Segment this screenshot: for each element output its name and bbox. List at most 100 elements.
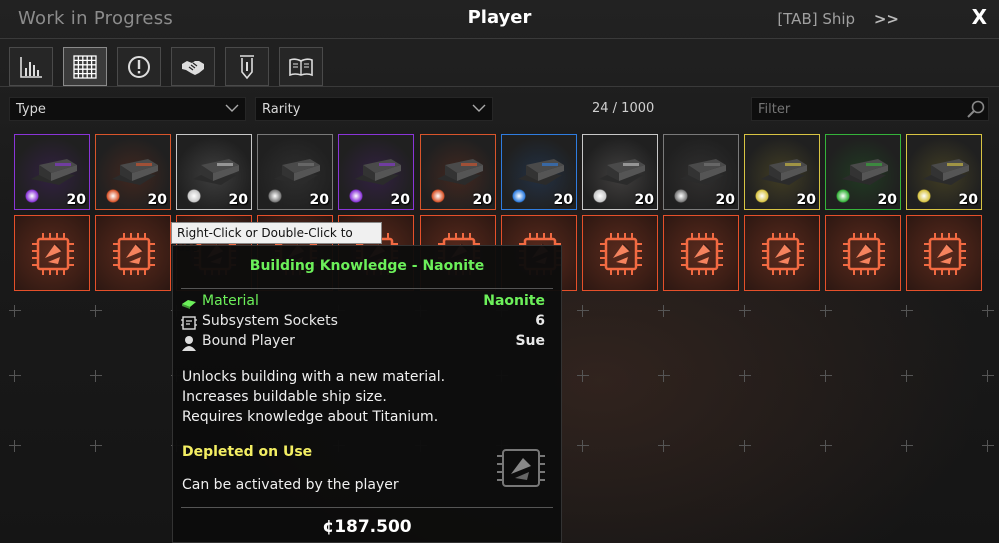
turret-icon [355, 159, 401, 185]
rarity-indicator [917, 189, 931, 203]
empty-slot-marker [658, 370, 670, 382]
next-tab-link[interactable]: [TAB] Ship >> [777, 10, 899, 28]
stack-count: 20 [715, 192, 735, 208]
search-icon[interactable] [966, 99, 986, 119]
type-dropdown-label: Type [16, 102, 46, 117]
empty-slot-marker [901, 305, 913, 317]
bar-chart-icon [20, 56, 42, 78]
inventory-slot-turret[interactable]: 20 [582, 134, 658, 210]
description-line: Unlocks building with a new material. [182, 369, 446, 385]
tooltip-label: Material [202, 293, 259, 309]
next-tab-label: [TAB] Ship [777, 10, 856, 28]
inventory-slot-knowledge[interactable] [95, 215, 171, 291]
grid-icon [73, 54, 97, 79]
shield-banner-icon [240, 54, 254, 79]
turret-icon [437, 159, 483, 185]
turret-icon [680, 159, 726, 185]
inventory-slot-turret[interactable]: 20 [744, 134, 820, 210]
stack-count: 20 [553, 192, 573, 208]
filter-input[interactable] [751, 97, 989, 121]
inventory-count: 24 / 1000 [592, 101, 655, 116]
tooltip-value: Naonite [483, 293, 545, 309]
inventory-slot-turret[interactable]: 20 [906, 134, 982, 210]
inventory-slot-knowledge[interactable] [906, 215, 982, 291]
type-dropdown[interactable]: Type [9, 97, 246, 121]
empty-slot-marker [577, 370, 589, 382]
inventory-slot-knowledge[interactable] [744, 215, 820, 291]
divider [181, 288, 553, 289]
knowledge-chip-icon [497, 449, 545, 487]
stack-count: 20 [390, 192, 410, 208]
tooltip-label: Subsystem Sockets [202, 313, 338, 329]
stack-count: 20 [228, 192, 248, 208]
stack-count: 20 [66, 192, 86, 208]
inventory-slot-knowledge[interactable] [582, 215, 658, 291]
stack-count: 20 [147, 192, 167, 208]
turret-icon [193, 159, 239, 185]
rarity-dropdown[interactable]: Rarity [255, 97, 493, 121]
empty-slot-marker [901, 370, 913, 382]
inventory-slot-turret[interactable]: 20 [338, 134, 414, 210]
tooltip-title: Building Knowledge - Naonite [249, 258, 485, 274]
stack-count: 20 [796, 192, 816, 208]
inventory-slot-turret[interactable]: 20 [257, 134, 333, 210]
rarity-indicator [187, 189, 201, 203]
empty-slot-marker [982, 305, 994, 317]
inventory-slot-knowledge[interactable] [825, 215, 901, 291]
inventory-slot-turret[interactable]: 20 [501, 134, 577, 210]
tab-alliance[interactable] [225, 47, 269, 86]
empty-slot-marker [982, 370, 994, 382]
material-icon [182, 300, 196, 309]
knowledge-chip-icon [762, 233, 804, 275]
inventory-slot-knowledge[interactable] [14, 215, 90, 291]
turret-icon [599, 159, 645, 185]
tab-diplomacy[interactable] [171, 47, 215, 86]
tab-missions[interactable] [117, 47, 161, 86]
knowledge-chip-icon [843, 233, 885, 275]
tab-statistics[interactable] [9, 47, 53, 86]
knowledge-chip-icon [32, 233, 74, 275]
stack-count: 20 [958, 192, 978, 208]
inventory-slot-turret[interactable]: 20 [663, 134, 739, 210]
inventory-slot-turret[interactable]: 20 [176, 134, 252, 210]
tooltip-row-player: Bound Player Sue [181, 333, 553, 353]
rarity-indicator [512, 189, 526, 203]
empty-slot-marker [658, 440, 670, 452]
next-tab-arrows: >> [873, 10, 899, 28]
item-price: ¢187.500 [322, 517, 412, 537]
empty-slot-marker [739, 440, 751, 452]
rarity-dropdown-label: Rarity [262, 102, 301, 117]
inventory-slot-knowledge[interactable] [663, 215, 739, 291]
rarity-indicator [349, 189, 363, 203]
description-line: Requires knowledge about Titanium. [182, 409, 439, 425]
empty-slot-marker [9, 440, 21, 452]
empty-slot-marker [820, 305, 832, 317]
book-icon [289, 57, 313, 76]
stack-count: 20 [309, 192, 329, 208]
stack-count: 20 [634, 192, 654, 208]
item-tooltip: Building Knowledge - Naonite Material Na… [172, 245, 562, 543]
divider [181, 507, 553, 508]
chevron-down-icon [225, 104, 239, 112]
turret-icon [518, 159, 564, 185]
socket-icon [181, 316, 197, 330]
tab-codex[interactable] [279, 47, 323, 86]
rarity-indicator [268, 189, 282, 203]
inventory-slot-turret[interactable]: 20 [95, 134, 171, 210]
empty-slot-marker [658, 305, 670, 317]
rarity-indicator [106, 189, 120, 203]
empty-slot-marker [739, 305, 751, 317]
inventory-slot-turret[interactable]: 20 [420, 134, 496, 210]
turret-icon [761, 159, 807, 185]
tab-inventory[interactable] [63, 47, 107, 86]
rarity-indicator [755, 189, 769, 203]
empty-slot-marker [820, 440, 832, 452]
inventory-slot-turret[interactable]: 20 [825, 134, 901, 210]
rarity-indicator [593, 189, 607, 203]
empty-slot-marker [982, 440, 994, 452]
inventory-slot-turret[interactable]: 20 [14, 134, 90, 210]
rarity-indicator [674, 189, 688, 203]
tooltip-label: Bound Player [202, 333, 295, 349]
close-button[interactable]: X [972, 5, 987, 29]
player-icon [182, 336, 196, 351]
